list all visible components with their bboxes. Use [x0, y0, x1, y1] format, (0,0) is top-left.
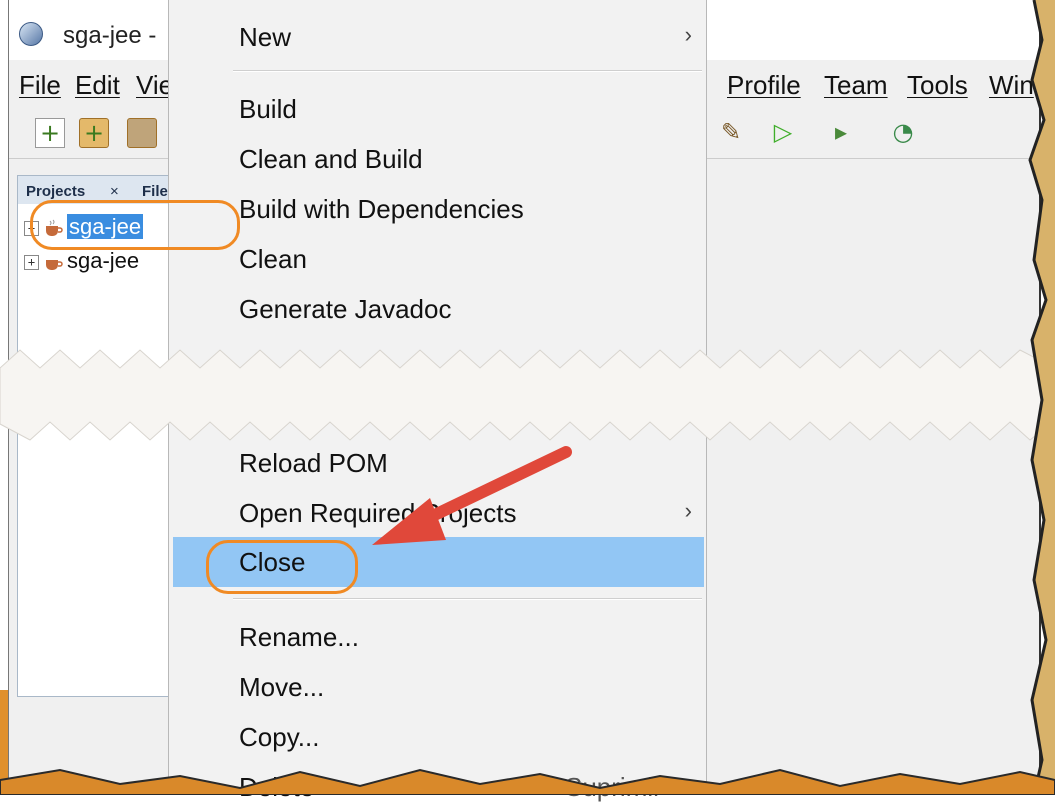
torn-edge-bottom	[0, 768, 1055, 795]
red-arrow-icon	[372, 446, 572, 545]
torn-edge-right	[1028, 0, 1055, 795]
